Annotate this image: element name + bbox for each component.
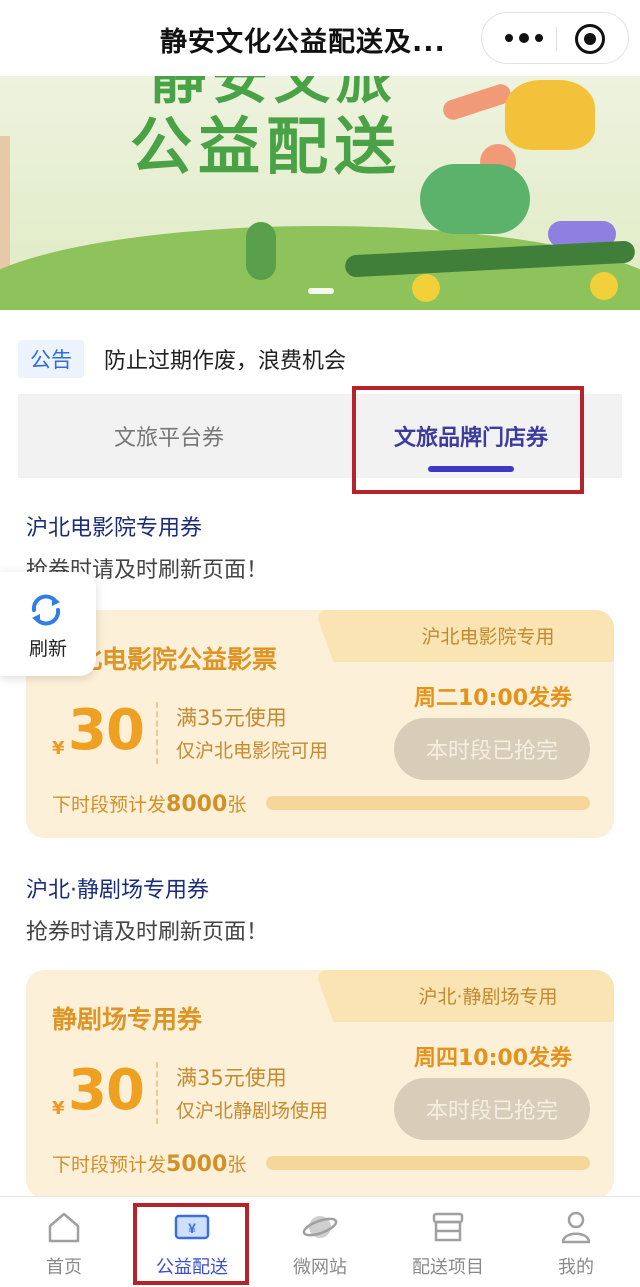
coupon-venue-tag: 沪北电影院专用 [421,626,555,648]
coupon-release-time: 周二10:00发券 [414,686,573,711]
figure-arm [440,81,514,123]
user-icon [561,1211,591,1244]
coupon-scope: 仅沪北电影院可用 [176,740,329,762]
coupon-divider [156,1062,158,1124]
figure-legs [420,164,530,234]
next-batch-count: 8000 [166,792,228,817]
next-batch-info: 下时段预计发5000张 [52,1150,246,1177]
svg-text:¥: ¥ [188,1220,196,1236]
figure-body [505,80,595,150]
active-tab-indicator [428,466,514,472]
nav-label: 首页 [46,1257,82,1278]
stock-progress-bar [266,796,590,810]
capsule-divider [556,27,557,51]
nav-label: 配送项目 [412,1257,484,1278]
nav-label: 我的 [558,1257,594,1278]
planet-icon [302,1216,338,1238]
tab-label: 文旅平台券 [113,426,224,451]
carousel-indicator-active[interactable] [308,288,334,294]
nav-label: 公益配送 [156,1257,228,1278]
coupon-scope: 仅沪北静剧场使用 [176,1100,329,1122]
home-icon [48,1212,80,1243]
coupon-name: 静剧场专用券 [52,1005,203,1034]
next-batch-info: 下时段预计发8000张 [52,790,246,817]
bottom-tab-bar: 首页 ¥ 公益配送 微网站 配送项目 我的 [0,1196,640,1287]
nav-mine[interactable]: 我的 [512,1197,640,1287]
announcement-text: 防止过期作废，浪费机会 [104,349,347,374]
skateboard-wheel [590,272,618,300]
grab-coupon-button[interactable]: 本时段已抢完 [394,1078,590,1140]
coupon-type-tabs: 文旅平台券 文旅品牌门店券 [18,394,622,478]
more-menu-icon[interactable] [500,26,548,50]
next-batch-suffix: 张 [227,1154,247,1176]
next-batch-count: 5000 [166,1152,228,1177]
tab-label: 文旅品牌门店券 [393,426,548,451]
stock-progress-bar [266,1156,590,1170]
coupon-card[interactable]: 沪北电影院专用 沪北电影院公益影票 ¥ 30 满35元使用 仅沪北电影院可用 周… [26,610,614,838]
tab-brand-store-coupons[interactable]: 文旅品牌门店券 [320,394,622,478]
next-batch-suffix: 张 [227,794,247,816]
nav-label: 微网站 [293,1257,347,1278]
cactus-illustration [246,222,276,280]
coupon-venue-tag: 沪北·静剧场专用 [418,986,558,1008]
next-batch-prefix: 下时段预计发 [52,794,167,816]
currency-symbol: ¥ [52,1098,65,1119]
coupon-condition: 满35元使用 [176,1066,287,1090]
section-title: 沪北电影院专用券 [26,516,203,541]
ticket-yen-icon: ¥ [174,1214,210,1240]
coupon-card[interactable]: 沪北·静剧场专用 静剧场专用券 ¥ 30 满35元使用 仅沪北静剧场使用 周四1… [26,970,614,1198]
nav-micro-site[interactable]: 微网站 [256,1197,384,1287]
coupon-amount: 30 [68,1058,145,1123]
title-bar: 静安文化公益配送及... [0,0,640,76]
refresh-label: 刷新 [28,638,67,660]
nav-home[interactable]: 首页 [0,1197,128,1287]
announcement-bar[interactable]: 公告 防止过期作废，浪费机会 [18,340,346,378]
nav-delivery-projects[interactable]: 配送项目 [384,1197,512,1287]
grab-coupon-button[interactable]: 本时段已抢完 [394,718,590,780]
coupon-release-time: 周四10:00发券 [414,1046,573,1071]
currency-symbol: ¥ [52,738,65,759]
announcement-tag: 公告 [18,340,84,378]
refresh-float-button[interactable]: 刷新 [0,572,96,676]
skateboard-wheel [412,274,440,302]
store-icon [432,1212,464,1242]
section-hint: 抢券时请及时刷新页面！ [26,920,269,945]
banner-hill [0,226,640,310]
close-program-icon[interactable] [575,24,605,54]
next-batch-prefix: 下时段预计发 [52,1154,167,1176]
tab-platform-coupons[interactable]: 文旅平台券 [18,394,320,478]
coupon-amount: 30 [68,698,145,763]
coupon-condition: 满35元使用 [176,706,287,730]
coupon-divider [156,702,158,764]
section-title: 沪北·静剧场专用券 [26,878,209,903]
page-title: 静安文化公益配送及... [160,27,446,58]
mini-program-capsule [481,12,629,64]
nav-public-delivery[interactable]: ¥ 公益配送 [128,1197,256,1287]
banner-headline: 公益配送 [130,110,403,183]
promo-banner[interactable]: 静安文旅 公益配送 [0,76,640,310]
refresh-icon [31,594,61,626]
